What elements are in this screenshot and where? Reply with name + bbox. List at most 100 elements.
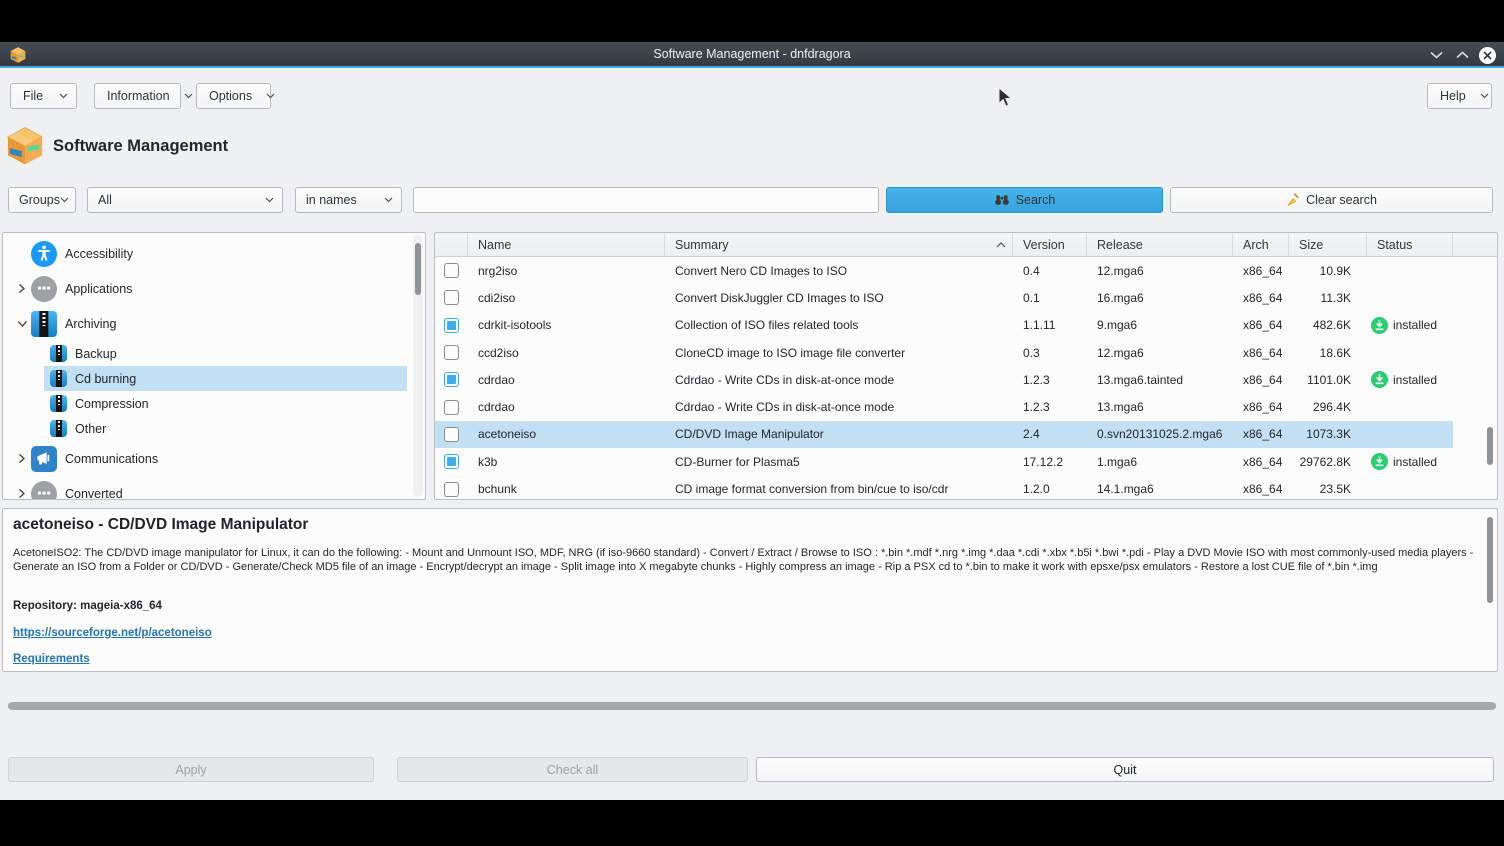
table-row-cdrdao[interactable]: cdrdaoCdrdao - Write CDs in disk-at-once… — [435, 366, 1453, 393]
tree-item-communications[interactable]: Communications — [3, 441, 407, 476]
package-url-link[interactable]: https://sourceforge.net/p/acetoneiso — [13, 627, 212, 639]
page-title: Software Management — [53, 137, 228, 156]
menu-options[interactable]: Options — [196, 83, 271, 109]
cell-release: 12.mga6 — [1087, 264, 1233, 278]
cell-version: 0.4 — [1013, 264, 1087, 278]
maximize-button[interactable] — [1453, 46, 1471, 64]
table-row-ccd2iso[interactable]: ccd2isoCloneCD image to ISO image file c… — [435, 339, 1453, 366]
cell-size: 1073.3K — [1289, 427, 1367, 441]
close-button[interactable] — [1479, 47, 1496, 64]
column-summary[interactable]: Summary — [665, 233, 1013, 256]
search-button[interactable]: Search — [886, 187, 1163, 213]
tree-item-backup[interactable]: Backup — [44, 341, 407, 366]
requirements-link[interactable]: Requirements — [13, 653, 90, 665]
cell-release: 12.mga6 — [1087, 346, 1233, 360]
details-repository: Repository: mageia-x86_64 — [13, 600, 162, 612]
column-release[interactable]: Release — [1087, 233, 1233, 256]
row-checkbox[interactable] — [444, 372, 459, 387]
check-all-button[interactable]: Check all — [397, 757, 748, 782]
table-row-bchunk[interactable]: bchunkCD image format conversion from bi… — [435, 475, 1453, 500]
tree-item-accessibility[interactable]: Accessibility — [3, 236, 407, 271]
chevron-down-icon — [1480, 93, 1489, 99]
cell-arch: x86_64 — [1233, 482, 1289, 496]
column-arch[interactable]: Arch — [1233, 233, 1289, 256]
menu-file[interactable]: File — [10, 83, 77, 109]
column-version[interactable]: Version — [1013, 233, 1087, 256]
cell-status: installed — [1367, 453, 1453, 470]
category-dropdown[interactable]: All — [87, 187, 283, 213]
tree-item-label: Backup — [75, 347, 117, 361]
cell-summary: Collection of ISO files related tools — [665, 318, 1013, 332]
expander-collapsed-icon[interactable] — [13, 283, 31, 294]
search-mode-dropdown[interactable]: in names — [295, 187, 402, 213]
table-scrollbar-handle[interactable] — [1487, 427, 1493, 465]
tree-item-applications[interactable]: Applications — [3, 271, 407, 306]
cell-size: 482.6K — [1289, 318, 1367, 332]
table-row-k3b[interactable]: k3bCD-Burner for Plasma517.12.21.mga6x86… — [435, 448, 1453, 475]
chevron-down-icon — [184, 93, 193, 99]
dots-icon — [31, 276, 57, 302]
row-checkbox[interactable] — [444, 482, 459, 497]
tree-scrollbar-handle[interactable] — [415, 243, 421, 295]
table-row-nrg2iso[interactable]: nrg2isoConvert Nero CD Images to ISO0.41… — [435, 257, 1453, 284]
accessibility-icon — [31, 241, 57, 267]
table-row-cdrdao[interactable]: cdrdaoCdrdao - Write CDs in disk-at-once… — [435, 393, 1453, 420]
table-scrollbar[interactable] — [1485, 235, 1495, 497]
chevron-down-icon — [266, 93, 275, 99]
row-checkbox[interactable] — [444, 400, 459, 415]
installed-icon — [1371, 317, 1388, 334]
cell-name: cdrdao — [468, 373, 665, 387]
row-checkbox[interactable] — [444, 290, 459, 305]
cell-name: nrg2iso — [468, 264, 665, 278]
cell-version: 0.1 — [1013, 291, 1087, 305]
minimize-button[interactable] — [1427, 46, 1445, 64]
row-checkbox[interactable] — [444, 454, 459, 469]
details-scrollbar-handle[interactable] — [1487, 517, 1493, 603]
row-checkbox[interactable] — [444, 345, 459, 360]
cell-summary: Cdrdao - Write CDs in disk-at-once mode — [665, 400, 1013, 414]
sort-ascending-icon — [996, 242, 1006, 248]
zip-icon — [50, 345, 67, 362]
table-row-acetoneiso[interactable]: acetoneisoCD/DVD Image Manipulator2.40.s… — [435, 421, 1453, 448]
titlebar[interactable]: Software Management - dnfdragora — [0, 42, 1504, 68]
package-icon — [4, 125, 46, 167]
details-horizontal-scrollbar[interactable] — [8, 702, 1496, 710]
apply-button[interactable]: Apply — [8, 757, 374, 782]
chevron-down-icon — [60, 197, 69, 203]
column-size[interactable]: Size — [1289, 233, 1367, 256]
table-row-cdi2iso[interactable]: cdi2isoConvert DiskJuggler CD Images to … — [435, 284, 1453, 311]
search-input[interactable] — [413, 187, 879, 213]
expander-expanded-icon[interactable] — [13, 320, 31, 328]
tree-item-compression[interactable]: Compression — [44, 391, 407, 416]
binoculars-icon — [994, 194, 1010, 206]
row-checkbox[interactable] — [444, 427, 459, 442]
tree-item-cd-burning[interactable]: Cd burning — [44, 366, 407, 391]
details-title: acetoneiso - CD/DVD Image Manipulator — [13, 516, 308, 534]
chevron-down-icon — [384, 197, 393, 203]
menu-information[interactable]: Information — [94, 83, 181, 109]
expander-collapsed-icon[interactable] — [13, 453, 31, 464]
tree-item-converted[interactable]: Converted — [3, 476, 407, 500]
row-checkbox[interactable] — [444, 263, 459, 278]
groups-dropdown[interactable]: Groups — [8, 187, 76, 213]
cell-arch: x86_64 — [1233, 318, 1289, 332]
cell-status: installed — [1367, 317, 1453, 334]
cell-release: 14.1.mga6 — [1087, 482, 1233, 496]
expander-collapsed-icon[interactable] — [13, 488, 31, 499]
status-label: installed — [1393, 373, 1437, 387]
clear-search-button[interactable]: Clear search — [1170, 187, 1493, 213]
cell-summary: CD/DVD Image Manipulator — [665, 427, 1013, 441]
details-scrollbar[interactable] — [1485, 517, 1495, 629]
table-row-cdrkit-isotools[interactable]: cdrkit-isotoolsCollection of ISO files r… — [435, 312, 1453, 339]
tree-scrollbar[interactable] — [413, 235, 423, 497]
tree-item-other[interactable]: Other — [44, 416, 407, 441]
column-checkbox[interactable] — [435, 233, 468, 256]
package-details-panel: acetoneiso - CD/DVD Image Manipulator Ac… — [2, 508, 1498, 672]
column-status[interactable]: Status — [1367, 233, 1453, 256]
menu-help[interactable]: Help — [1427, 83, 1492, 109]
row-checkbox[interactable] — [444, 318, 459, 333]
tree-item-archiving[interactable]: Archiving — [3, 306, 407, 341]
cell-size: 23.5K — [1289, 482, 1367, 496]
quit-button[interactable]: Quit — [756, 757, 1494, 782]
column-name[interactable]: Name — [468, 233, 665, 256]
